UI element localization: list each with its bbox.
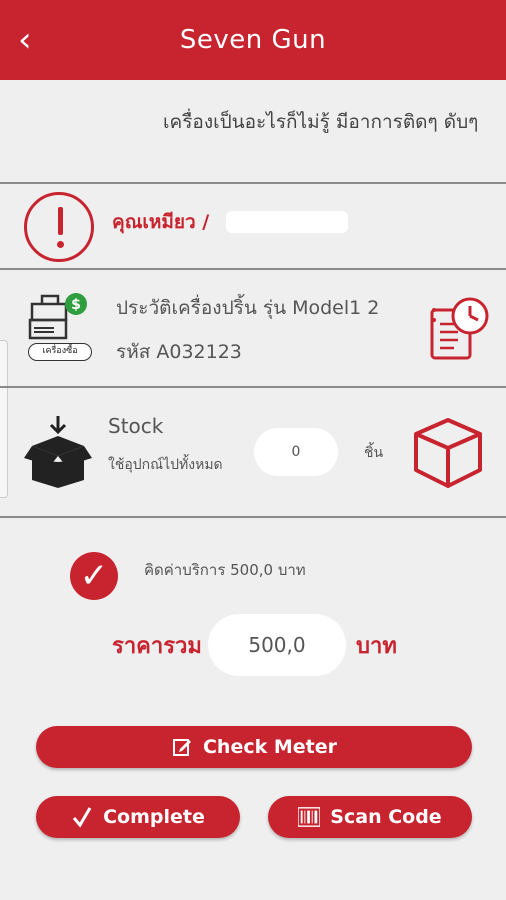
complete-button[interactable]: Complete [36, 796, 240, 838]
service-fee-text: คิดค่าบริการ 500,0 บาท [144, 561, 306, 579]
divider [0, 268, 506, 270]
stock-unit: ชิ้น [364, 445, 384, 461]
printer-type-tag: เครื่องซื้อ [28, 343, 92, 361]
side-drawer-handle[interactable] [0, 340, 8, 498]
stock-label: Stock [108, 414, 164, 438]
checkmark-icon [71, 806, 93, 828]
exclamation-icon [24, 192, 94, 262]
check-meter-label: Check Meter [202, 736, 337, 758]
scan-code-button[interactable]: Scan Code [268, 796, 472, 838]
divider [0, 386, 506, 388]
app-header: ‹ Seven Gun [0, 0, 506, 80]
total-label: ราคารวม [112, 634, 202, 659]
printer-history-title: ประวัติเครื่องปริ้น รุ่น Model1 2 [116, 297, 380, 319]
total-price-input[interactable] [208, 614, 346, 676]
divider [0, 182, 506, 184]
divider [0, 516, 506, 518]
check-meter-button[interactable]: Check Meter [36, 726, 472, 768]
stock-used-label: ใช้อุปกณ์ไปทั้งหมด [108, 457, 223, 473]
red-box-icon[interactable] [412, 416, 484, 490]
barcode-icon [298, 806, 321, 828]
customer-name: คุณเหมียว / [112, 211, 210, 233]
complete-label: Complete [103, 806, 205, 828]
service-check-icon[interactable]: ✓ [70, 552, 118, 600]
edit-icon [171, 736, 193, 758]
page-title: Seven Gun [179, 25, 327, 55]
printer-code: รหัส A032123 [116, 341, 242, 363]
history-clock-icon[interactable] [426, 296, 490, 362]
total-unit: บาท [356, 634, 397, 659]
stock-quantity-input[interactable] [254, 428, 338, 476]
box-download-icon [24, 416, 92, 488]
scan-code-label: Scan Code [330, 806, 442, 828]
svg-text:$: $ [71, 297, 81, 313]
job-description: เครื่องเป็นอะไรก็ไม่รู้ มีอาการติดๆ ดับๆ [163, 111, 479, 133]
redacted-field [226, 211, 348, 233]
